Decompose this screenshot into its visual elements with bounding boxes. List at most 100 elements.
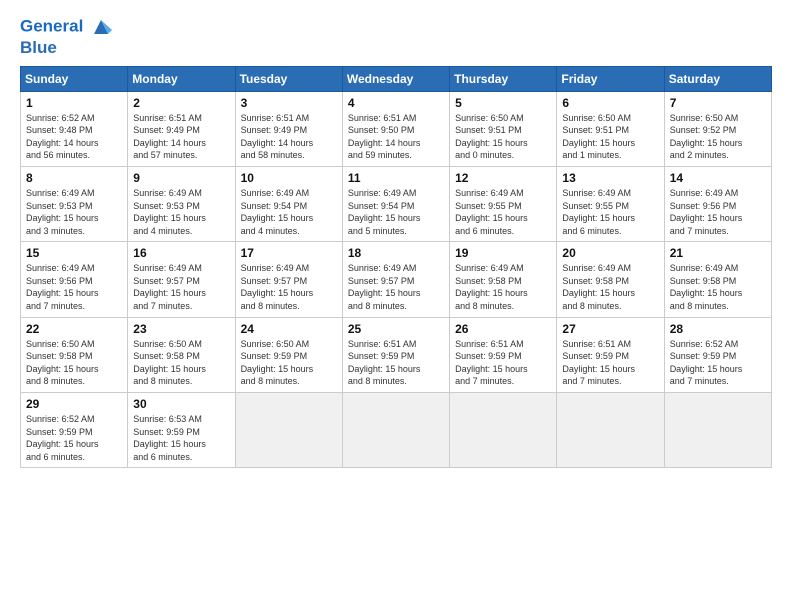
weekday-header: Friday xyxy=(557,66,664,91)
page: General Blue SundayMondayTuesdayWednesda… xyxy=(0,0,792,612)
calendar-cell: 15Sunrise: 6:49 AMSunset: 9:56 PMDayligh… xyxy=(21,242,128,317)
day-number: 23 xyxy=(133,322,229,336)
day-info: Sunrise: 6:49 AMSunset: 9:56 PMDaylight:… xyxy=(670,188,743,236)
day-number: 25 xyxy=(348,322,444,336)
calendar-week-row: 29Sunrise: 6:52 AMSunset: 9:59 PMDayligh… xyxy=(21,393,772,468)
calendar-cell: 6 Sunrise: 6:50 AMSunset: 9:51 PMDaylight… xyxy=(557,91,664,166)
calendar-cell: 3 Sunrise: 6:51 AMSunset: 9:49 PMDaylight… xyxy=(235,91,342,166)
calendar-cell: 27 Sunrise: 6:51 AMSunset: 9:59 PMDayligh… xyxy=(557,317,664,392)
calendar-week-row: 1Sunrise: 6:52 AMSunset: 9:48 PMDaylight… xyxy=(21,91,772,166)
calendar-week-row: 15Sunrise: 6:49 AMSunset: 9:56 PMDayligh… xyxy=(21,242,772,317)
calendar-cell: 9 Sunrise: 6:49 AMSunset: 9:53 PMDaylight… xyxy=(128,166,235,241)
day-info: Sunrise: 6:51 AMSunset: 9:49 PMDaylight:… xyxy=(241,113,314,161)
day-info: Sunrise: 6:53 AMSunset: 9:59 PMDaylight:… xyxy=(133,414,206,462)
day-number: 8 xyxy=(26,171,122,185)
calendar-cell: 24 Sunrise: 6:50 AMSunset: 9:59 PMDayligh… xyxy=(235,317,342,392)
day-number: 14 xyxy=(670,171,766,185)
calendar-cell: 14 Sunrise: 6:49 AMSunset: 9:56 PMDayligh… xyxy=(664,166,771,241)
calendar-cell: 23 Sunrise: 6:50 AMSunset: 9:58 PMDayligh… xyxy=(128,317,235,392)
calendar-cell: 13 Sunrise: 6:49 AMSunset: 9:55 PMDayligh… xyxy=(557,166,664,241)
day-info: Sunrise: 6:49 AMSunset: 9:54 PMDaylight:… xyxy=(241,188,314,236)
calendar-cell: 1Sunrise: 6:52 AMSunset: 9:48 PMDaylight… xyxy=(21,91,128,166)
day-number: 11 xyxy=(348,171,444,185)
weekday-header: Monday xyxy=(128,66,235,91)
calendar-cell: 22 Sunrise: 6:50 AMSunset: 9:58 PMDayligh… xyxy=(21,317,128,392)
day-info: Sunrise: 6:49 AMSunset: 9:55 PMDaylight:… xyxy=(562,188,635,236)
calendar-cell: 11 Sunrise: 6:49 AMSunset: 9:54 PMDayligh… xyxy=(342,166,449,241)
day-info: Sunrise: 6:49 AMSunset: 9:58 PMDaylight:… xyxy=(562,263,635,311)
day-number: 9 xyxy=(133,171,229,185)
day-info: Sunrise: 6:50 AMSunset: 9:51 PMDaylight:… xyxy=(562,113,635,161)
calendar-cell: 20 Sunrise: 6:49 AMSunset: 9:58 PMDayligh… xyxy=(557,242,664,317)
calendar-cell xyxy=(557,393,664,468)
day-info: Sunrise: 6:50 AMSunset: 9:52 PMDaylight:… xyxy=(670,113,743,161)
calendar-body: 1Sunrise: 6:52 AMSunset: 9:48 PMDaylight… xyxy=(21,91,772,468)
day-info: Sunrise: 6:52 AMSunset: 9:59 PMDaylight:… xyxy=(670,339,743,387)
day-info: Sunrise: 6:49 AMSunset: 9:58 PMDaylight:… xyxy=(455,263,528,311)
day-info: Sunrise: 6:49 AMSunset: 9:56 PMDaylight:… xyxy=(26,263,99,311)
weekday-header: Saturday xyxy=(664,66,771,91)
day-number: 16 xyxy=(133,246,229,260)
day-info: Sunrise: 6:49 AMSunset: 9:57 PMDaylight:… xyxy=(241,263,314,311)
day-number: 5 xyxy=(455,96,551,110)
day-info: Sunrise: 6:51 AMSunset: 9:50 PMDaylight:… xyxy=(348,113,421,161)
calendar-week-row: 22 Sunrise: 6:50 AMSunset: 9:58 PMDayligh… xyxy=(21,317,772,392)
calendar-cell xyxy=(450,393,557,468)
day-number: 27 xyxy=(562,322,658,336)
calendar: SundayMondayTuesdayWednesdayThursdayFrid… xyxy=(20,66,772,469)
day-number: 24 xyxy=(241,322,337,336)
day-number: 10 xyxy=(241,171,337,185)
calendar-cell: 5Sunrise: 6:50 AMSunset: 9:51 PMDaylight… xyxy=(450,91,557,166)
calendar-cell: 2 Sunrise: 6:51 AMSunset: 9:49 PMDaylight… xyxy=(128,91,235,166)
calendar-cell: 19 Sunrise: 6:49 AMSunset: 9:58 PMDayligh… xyxy=(450,242,557,317)
logo-blue: Blue xyxy=(20,38,112,58)
day-number: 13 xyxy=(562,171,658,185)
day-info: Sunrise: 6:51 AMSunset: 9:59 PMDaylight:… xyxy=(562,339,635,387)
day-info: Sunrise: 6:49 AMSunset: 9:57 PMDaylight:… xyxy=(133,263,206,311)
calendar-cell: 16 Sunrise: 6:49 AMSunset: 9:57 PMDayligh… xyxy=(128,242,235,317)
day-info: Sunrise: 6:50 AMSunset: 9:58 PMDaylight:… xyxy=(133,339,206,387)
day-number: 2 xyxy=(133,96,229,110)
calendar-cell: 29Sunrise: 6:52 AMSunset: 9:59 PMDayligh… xyxy=(21,393,128,468)
day-info: Sunrise: 6:51 AMSunset: 9:49 PMDaylight:… xyxy=(133,113,206,161)
weekday-header: Sunday xyxy=(21,66,128,91)
day-info: Sunrise: 6:50 AMSunset: 9:59 PMDaylight:… xyxy=(241,339,314,387)
calendar-cell: 21Sunrise: 6:49 AMSunset: 9:58 PMDayligh… xyxy=(664,242,771,317)
day-number: 30 xyxy=(133,397,229,411)
day-number: 12 xyxy=(455,171,551,185)
day-info: Sunrise: 6:49 AMSunset: 9:55 PMDaylight:… xyxy=(455,188,528,236)
weekday-header: Tuesday xyxy=(235,66,342,91)
calendar-cell: 28 Sunrise: 6:52 AMSunset: 9:59 PMDayligh… xyxy=(664,317,771,392)
calendar-week-row: 8 Sunrise: 6:49 AMSunset: 9:53 PMDaylight… xyxy=(21,166,772,241)
day-info: Sunrise: 6:52 AMSunset: 9:59 PMDaylight:… xyxy=(26,414,99,462)
day-number: 3 xyxy=(241,96,337,110)
weekday-header: Wednesday xyxy=(342,66,449,91)
day-info: Sunrise: 6:49 AMSunset: 9:53 PMDaylight:… xyxy=(133,188,206,236)
day-number: 6 xyxy=(562,96,658,110)
calendar-cell: 8Sunrise: 6:49 AMSunset: 9:53 PMDaylight… xyxy=(21,166,128,241)
day-info: Sunrise: 6:51 AMSunset: 9:59 PMDaylight:… xyxy=(455,339,528,387)
calendar-cell xyxy=(235,393,342,468)
day-info: Sunrise: 6:50 AMSunset: 9:58 PMDaylight:… xyxy=(26,339,99,387)
day-number: 28 xyxy=(670,322,766,336)
day-info: Sunrise: 6:49 AMSunset: 9:57 PMDaylight:… xyxy=(348,263,421,311)
day-number: 20 xyxy=(562,246,658,260)
header: General Blue xyxy=(20,16,772,58)
calendar-cell: 25Sunrise: 6:51 AMSunset: 9:59 PMDayligh… xyxy=(342,317,449,392)
logo-text: General xyxy=(20,16,112,38)
calendar-cell: 26 Sunrise: 6:51 AMSunset: 9:59 PMDayligh… xyxy=(450,317,557,392)
calendar-cell: 10 Sunrise: 6:49 AMSunset: 9:54 PMDayligh… xyxy=(235,166,342,241)
day-number: 22 xyxy=(26,322,122,336)
day-number: 17 xyxy=(241,246,337,260)
day-number: 19 xyxy=(455,246,551,260)
calendar-cell: 30 Sunrise: 6:53 AMSunset: 9:59 PMDayligh… xyxy=(128,393,235,468)
day-number: 18 xyxy=(348,246,444,260)
calendar-header-row: SundayMondayTuesdayWednesdayThursdayFrid… xyxy=(21,66,772,91)
day-number: 21 xyxy=(670,246,766,260)
day-number: 26 xyxy=(455,322,551,336)
calendar-cell: 17 Sunrise: 6:49 AMSunset: 9:57 PMDayligh… xyxy=(235,242,342,317)
calendar-cell: 4 Sunrise: 6:51 AMSunset: 9:50 PMDaylight… xyxy=(342,91,449,166)
day-number: 7 xyxy=(670,96,766,110)
day-number: 4 xyxy=(348,96,444,110)
day-info: Sunrise: 6:49 AMSunset: 9:54 PMDaylight:… xyxy=(348,188,421,236)
